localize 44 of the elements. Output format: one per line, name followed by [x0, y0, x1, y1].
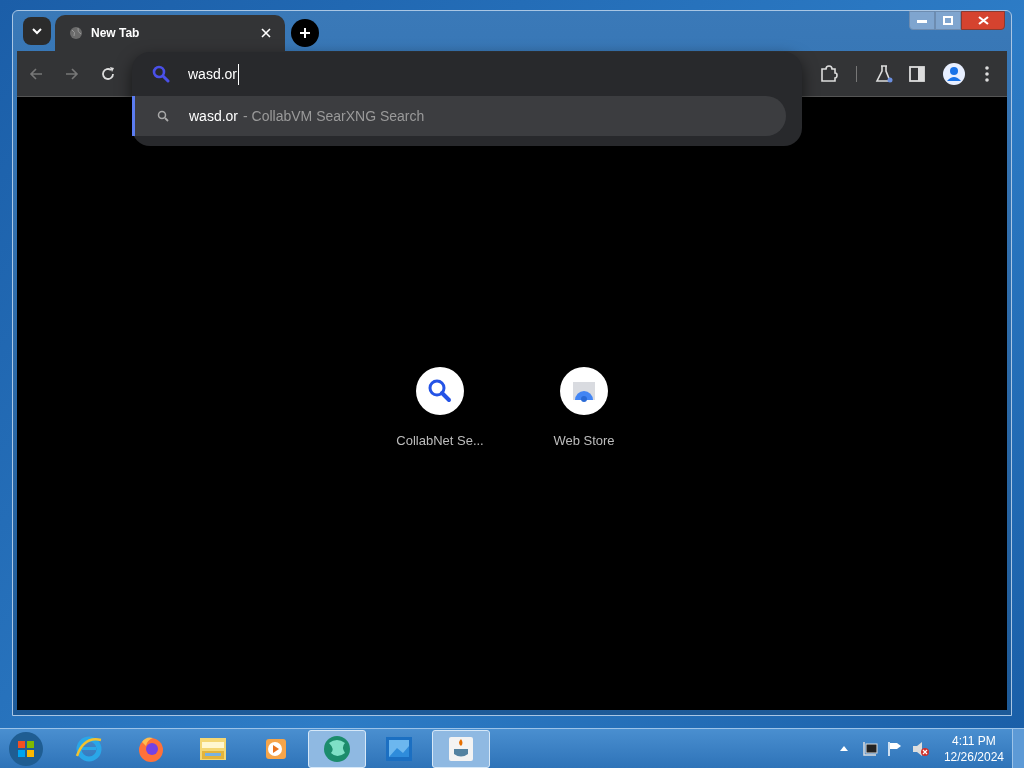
browser-tab[interactable]: New Tab — [55, 15, 285, 51]
minimize-icon — [917, 18, 927, 23]
maximize-icon — [943, 16, 953, 25]
magnifier-icon — [427, 377, 453, 404]
tab-title: New Tab — [91, 25, 141, 42]
suggestion-item[interactable]: wasd.or - CollabVM SearXNG Search — [132, 96, 786, 136]
speaker-muted-icon[interactable] — [911, 740, 930, 757]
maximize-button[interactable] — [935, 11, 961, 30]
search-icon — [152, 65, 170, 83]
windows-logo-icon — [8, 730, 44, 767]
menu-icon[interactable] — [985, 65, 989, 82]
start-button[interactable] — [6, 729, 46, 768]
plus-icon — [299, 27, 311, 39]
close-button[interactable] — [961, 11, 1005, 30]
puzzle-icon[interactable] — [820, 64, 838, 83]
new-tab-button[interactable] — [291, 19, 319, 47]
reload-icon[interactable] — [101, 66, 115, 81]
caret-up-icon[interactable] — [839, 746, 848, 751]
forward-arrow-icon[interactable] — [65, 66, 79, 81]
clock-time: 4:11 PM — [952, 732, 996, 749]
taskbar-button[interactable] — [308, 729, 366, 768]
tab-search-button[interactable] — [23, 17, 51, 45]
close-icon — [977, 16, 989, 25]
chevron-down-icon — [32, 27, 42, 35]
flag-icon[interactable] — [886, 740, 903, 757]
shortcut-label: CollabNet Se... — [396, 431, 484, 450]
search-icon — [157, 110, 169, 122]
store-icon — [572, 379, 596, 402]
shortcut-label: Web Store — [553, 431, 615, 450]
flask-icon[interactable] — [875, 64, 893, 83]
network-icon[interactable] — [861, 740, 878, 757]
suggestion-query: wasd.or — [189, 106, 239, 126]
address-text: wasd.or — [188, 63, 240, 85]
globe-icon — [69, 26, 83, 40]
minimize-button[interactable] — [909, 11, 935, 30]
close-icon[interactable] — [261, 28, 271, 38]
profile-avatar-icon[interactable] — [943, 62, 965, 85]
taskbar-button[interactable] — [432, 729, 490, 768]
back-arrow-icon[interactable] — [29, 66, 43, 81]
shortcut-tile[interactable]: Web Store — [536, 366, 632, 451]
side-panel-icon[interactable] — [909, 65, 925, 82]
clock-date: 12/26/2024 — [943, 748, 1004, 765]
shortcut-tile[interactable]: CollabNet Se... — [392, 366, 488, 451]
suggestion-detail: - CollabVM SearXNG Search — [243, 106, 425, 126]
